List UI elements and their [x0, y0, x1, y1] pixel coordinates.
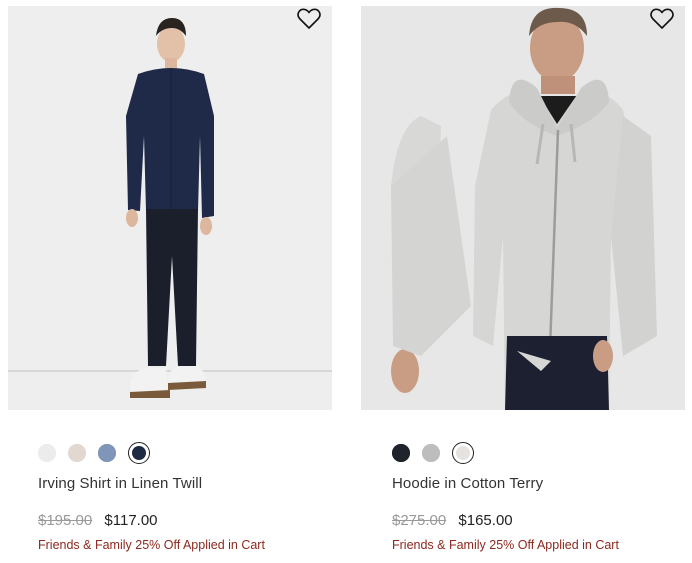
heart-icon — [297, 8, 321, 29]
swatch-color — [38, 444, 56, 462]
price-row: $195.00 $117.00 — [38, 512, 158, 529]
product-name-link[interactable]: Irving Shirt in Linen Twill — [38, 475, 202, 492]
swatch-color — [68, 444, 86, 462]
product-image[interactable] — [8, 6, 332, 410]
heart-icon — [650, 8, 674, 29]
model-wearing-navy-shirt-image — [8, 6, 332, 410]
wishlist-heart-button[interactable] — [296, 6, 322, 32]
product-card[interactable]: Irving Shirt in Linen Twill $195.00 $117… — [8, 0, 332, 563]
price-row: $275.00 $165.00 — [392, 512, 513, 529]
product-card[interactable]: Hoodie in Cotton Terry $275.00 $165.00 F… — [361, 0, 685, 563]
color-swatch[interactable] — [98, 444, 116, 462]
swatch-color — [422, 444, 440, 462]
color-swatch[interactable] — [422, 444, 440, 462]
color-swatch[interactable] — [128, 442, 150, 464]
swatch-color — [98, 444, 116, 462]
sale-price: $117.00 — [104, 512, 158, 529]
product-name-link[interactable]: Hoodie in Cotton Terry — [392, 475, 543, 492]
wishlist-heart-button[interactable] — [649, 6, 675, 32]
sale-price: $165.00 — [458, 512, 513, 529]
product-image[interactable] — [361, 6, 685, 410]
swatch-color — [456, 446, 470, 460]
color-swatch[interactable] — [452, 442, 474, 464]
color-swatch[interactable] — [68, 444, 86, 462]
color-swatch[interactable] — [392, 444, 410, 462]
color-swatches — [392, 442, 474, 464]
swatch-color — [132, 446, 146, 460]
swatch-color — [392, 444, 410, 462]
original-price: $275.00 — [392, 512, 447, 529]
model-wearing-grey-hoodie-image — [361, 6, 685, 410]
color-swatches — [38, 442, 150, 464]
color-swatch[interactable] — [38, 444, 56, 462]
promo-message: Friends & Family 25% Off Applied in Cart — [38, 538, 265, 552]
promo-message: Friends & Family 25% Off Applied in Cart — [392, 538, 619, 552]
original-price: $195.00 — [38, 512, 93, 529]
